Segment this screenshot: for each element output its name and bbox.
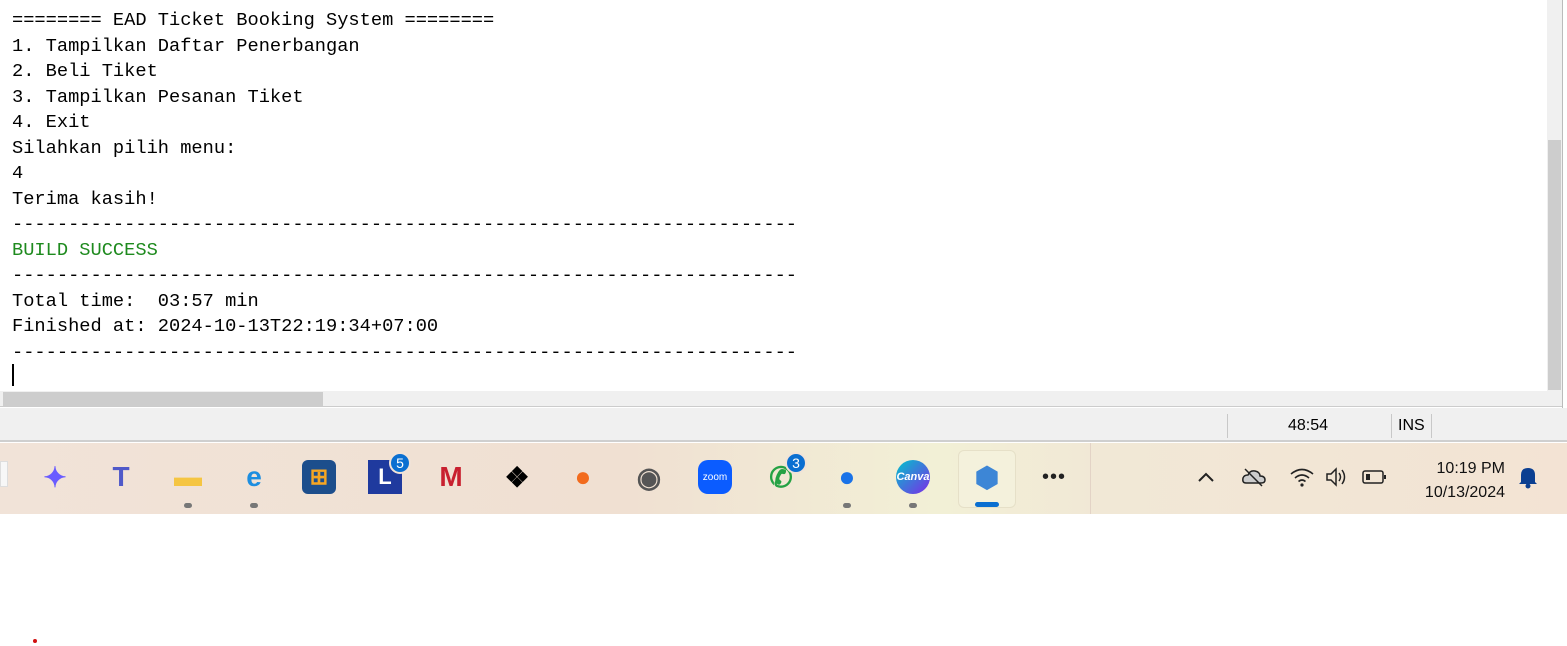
clock[interactable]: 10:19 PM 10/13/2024 (1405, 457, 1505, 505)
running-indicator (250, 503, 258, 508)
running-indicator (975, 502, 999, 507)
console-line: Total time: 03:57 min (12, 289, 259, 312)
console-line: Finished at: 2024-10-13T22:19:34+07:00 (12, 315, 439, 337)
status-bar: 48:54 INS (0, 408, 1567, 442)
red-dot (33, 639, 37, 643)
clock-time: 10:19 PM (1436, 460, 1505, 477)
console-line: Silahkan pilih menu: (12, 136, 237, 159)
divider (1562, 0, 1563, 408)
mcafee-icon[interactable]: M (431, 457, 471, 497)
more-icon[interactable]: ••• (1034, 457, 1074, 497)
chrome-icon[interactable]: ● (827, 457, 867, 497)
console-line: 4. Exit (12, 111, 91, 133)
canva-icon[interactable]: Canva (893, 457, 933, 497)
mcafee-glyph: M (439, 461, 463, 492)
file-explorer-glyph: ▬ (174, 461, 202, 492)
netbeans-glyph: ⬢ (974, 461, 1000, 493)
console-line: Terima kasih! (12, 187, 158, 210)
camera-icon[interactable]: ◉ (629, 457, 669, 497)
console-line: 2. Beli Tiket (12, 60, 158, 82)
console-line: ----------------------------------------… (12, 340, 798, 363)
edge-glyph: e (246, 461, 262, 492)
teams-icon[interactable]: T (101, 457, 141, 497)
microsoft-store-glyph: ⊞ (302, 460, 336, 494)
console-line: 4 (12, 162, 24, 184)
search-box-edge[interactable] (0, 461, 8, 487)
firefox-glyph: ● (574, 461, 592, 492)
teams-glyph: T (112, 461, 130, 492)
chevron-up-icon[interactable] (1197, 467, 1215, 488)
notification-badge: 5 (389, 452, 411, 474)
output-console[interactable]: ======== EAD Ticket Booking System =====… (0, 0, 1547, 391)
notification-bell-icon[interactable] (1517, 465, 1539, 494)
firefox-icon[interactable]: ● (563, 457, 603, 497)
horizontal-scrollbar[interactable] (0, 391, 1562, 407)
zoom-icon[interactable]: zoom (695, 457, 735, 497)
copilot-icon[interactable]: ✦ (35, 457, 75, 497)
l-app-icon[interactable]: L5 (365, 452, 411, 497)
horizontal-scroll-thumb[interactable] (3, 392, 323, 406)
volume-icon[interactable] (1325, 467, 1351, 492)
divider (1090, 443, 1091, 514)
console-line: BUILD SUCCESS (12, 238, 158, 261)
whatsapp-icon[interactable]: ✆ 3 (761, 452, 807, 497)
running-indicator (909, 503, 917, 508)
text-cursor (12, 364, 14, 386)
running-indicator (843, 503, 851, 508)
zoom-glyph: zoom (698, 460, 732, 494)
running-indicator (184, 503, 192, 508)
wifi-icon[interactable] (1289, 467, 1315, 492)
battery-icon[interactable] (1362, 467, 1388, 492)
caret-position: 48:54 (1288, 417, 1329, 434)
console-line: ----------------------------------------… (12, 213, 798, 235)
console-line: 1. Tampilkan Daftar Penerbangan (12, 34, 360, 57)
edge-icon[interactable]: e (234, 457, 274, 497)
dropbox-icon[interactable]: ❖ (497, 457, 537, 497)
vertical-scrollbar[interactable] (1547, 0, 1562, 391)
insert-mode: INS (1398, 417, 1425, 434)
microsoft-store-icon[interactable]: ⊞ (299, 457, 339, 497)
divider (1431, 414, 1432, 438)
divider (1227, 414, 1228, 438)
notification-badge: 3 (785, 452, 807, 474)
console-line: ----------------------------------------… (12, 264, 798, 286)
onedrive-offline-icon[interactable] (1241, 467, 1267, 492)
camera-glyph: ◉ (636, 461, 662, 493)
console-line: 3. Tampilkan Pesanan Tiket (12, 85, 304, 108)
taskbar: ✦ T ▬ e ⊞ L 5 M ❖ ● ◉ zoom ✆ 3 ● Canva ⬢ ••• 10:19 PM 10… (0, 443, 1567, 514)
copilot-glyph: ✦ (43, 461, 67, 493)
file-explorer-icon[interactable]: ▬ (168, 457, 208, 497)
clock-date: 10/13/2024 (1424, 484, 1505, 501)
netbeans-icon[interactable]: ⬢ (967, 457, 1007, 497)
vertical-scroll-thumb[interactable] (1548, 140, 1561, 390)
dropbox-glyph: ❖ (504, 461, 530, 493)
chrome-glyph: ● (838, 461, 856, 492)
divider (1391, 414, 1392, 438)
console-line: ======== EAD Ticket Booking System =====… (12, 9, 495, 31)
canva-glyph: Canva (896, 460, 930, 494)
